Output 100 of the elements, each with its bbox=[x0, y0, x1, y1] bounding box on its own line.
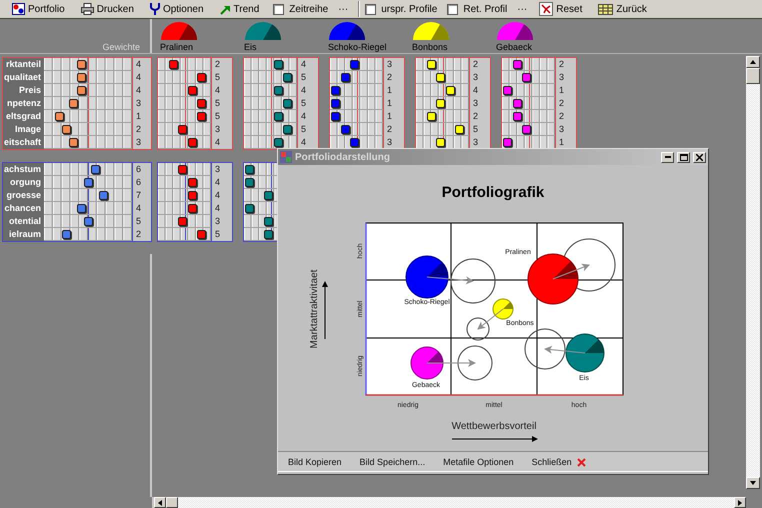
rating-marker[interactable] bbox=[512, 112, 522, 121]
rating-marker[interactable] bbox=[178, 125, 188, 134]
rating-marker[interactable] bbox=[188, 204, 197, 213]
rating-marker[interactable] bbox=[188, 178, 197, 187]
rating-marker[interactable] bbox=[350, 60, 360, 69]
rating-marker[interactable] bbox=[455, 125, 464, 134]
rating-marker[interactable] bbox=[436, 138, 446, 147]
rating-marker[interactable] bbox=[245, 165, 254, 174]
scrollbar[interactable] bbox=[746, 56, 760, 489]
rating-marker[interactable] bbox=[264, 191, 274, 200]
rating-marker[interactable] bbox=[84, 217, 93, 226]
rating-marker[interactable] bbox=[274, 112, 283, 121]
toolbar-button[interactable]: Zurück bbox=[596, 1, 649, 17]
triangle-icon bbox=[750, 481, 756, 485]
rating-value: 2 bbox=[473, 59, 478, 69]
maximize-button[interactable] bbox=[677, 152, 690, 162]
dialog-button[interactable]: Bild Kopieren bbox=[286, 457, 344, 467]
scroll-thumb[interactable] bbox=[166, 497, 178, 508]
rating-marker[interactable] bbox=[188, 86, 197, 95]
dialog-button[interactable]: Schließen bbox=[530, 457, 588, 467]
toolbar-button[interactable]: Trend bbox=[218, 1, 262, 17]
rating-marker[interactable] bbox=[62, 230, 71, 239]
checkbox[interactable] bbox=[365, 4, 376, 14]
rating-value: 1 bbox=[387, 111, 392, 121]
rating-marker[interactable] bbox=[426, 112, 436, 121]
checkbox[interactable] bbox=[447, 4, 458, 14]
rating-marker[interactable] bbox=[283, 73, 292, 82]
gauge-wedge bbox=[431, 24, 449, 40]
rating-marker[interactable] bbox=[188, 191, 197, 200]
rating-marker[interactable] bbox=[76, 204, 86, 213]
arrow-icon bbox=[220, 4, 231, 14]
rating-value: 5 bbox=[473, 124, 478, 134]
criterion-label: otential bbox=[3, 215, 44, 228]
pie-wedge bbox=[427, 262, 448, 277]
rating-marker[interactable] bbox=[98, 191, 108, 200]
scroll-thumb[interactable] bbox=[746, 68, 760, 84]
rating-marker[interactable] bbox=[512, 99, 522, 108]
checkbox[interactable] bbox=[273, 4, 284, 14]
rating-marker[interactable] bbox=[274, 86, 283, 95]
rating-marker[interactable] bbox=[331, 112, 340, 121]
rating-marker[interactable] bbox=[178, 165, 188, 174]
rating-marker[interactable] bbox=[446, 86, 455, 95]
rating-marker[interactable] bbox=[264, 217, 274, 226]
rating-marker[interactable] bbox=[76, 60, 86, 69]
close-button[interactable] bbox=[693, 152, 706, 162]
rating-value: 2 bbox=[136, 124, 142, 134]
rating-marker[interactable] bbox=[503, 86, 512, 95]
rating-marker[interactable] bbox=[503, 138, 512, 147]
rating-marker[interactable] bbox=[436, 73, 446, 82]
rating-marker[interactable] bbox=[197, 230, 206, 239]
rating-marker[interactable] bbox=[264, 230, 274, 239]
rating-marker[interactable] bbox=[522, 73, 532, 82]
rating-marker[interactable] bbox=[512, 60, 522, 69]
rating-marker[interactable] bbox=[340, 125, 350, 134]
rating-marker[interactable] bbox=[91, 165, 100, 174]
rating-marker[interactable] bbox=[245, 178, 254, 187]
rating-marker[interactable] bbox=[283, 99, 292, 108]
more-button[interactable]: ··· bbox=[517, 1, 528, 17]
rating-marker[interactable] bbox=[197, 112, 206, 121]
scroll-button[interactable] bbox=[734, 497, 746, 508]
rating-marker[interactable] bbox=[522, 125, 532, 134]
rating-marker[interactable] bbox=[76, 86, 86, 95]
dialog-button[interactable]: Bild Speichern... bbox=[358, 457, 428, 467]
rating-marker[interactable] bbox=[197, 99, 206, 108]
dialog-button[interactable]: Metafile Optionen bbox=[441, 457, 516, 467]
rating-marker[interactable] bbox=[426, 60, 436, 69]
rating-marker[interactable] bbox=[340, 73, 350, 82]
rating-marker[interactable] bbox=[283, 125, 292, 134]
rating-marker[interactable] bbox=[168, 60, 178, 69]
rating-marker[interactable] bbox=[54, 112, 64, 121]
scroll-button[interactable] bbox=[154, 497, 166, 508]
rating-marker[interactable] bbox=[62, 125, 71, 134]
rating-marker[interactable] bbox=[76, 73, 86, 82]
rating-value: 2 bbox=[559, 98, 564, 108]
criterion-label: Preis bbox=[3, 84, 44, 97]
rating-marker[interactable] bbox=[84, 178, 93, 187]
minimize-button[interactable] bbox=[661, 152, 674, 162]
rating-marker[interactable] bbox=[197, 73, 206, 82]
more-button[interactable]: ··· bbox=[338, 1, 348, 17]
rating-marker[interactable] bbox=[178, 217, 188, 226]
rating-marker[interactable] bbox=[69, 138, 78, 147]
gauge-wedge bbox=[347, 24, 365, 40]
rating-marker[interactable] bbox=[274, 60, 283, 69]
product-name: Bonbons bbox=[412, 42, 449, 52]
scrollbar[interactable] bbox=[154, 497, 746, 508]
rating-marker[interactable] bbox=[69, 99, 78, 108]
criterion-label: eitschaft bbox=[3, 136, 44, 149]
scroll-button[interactable] bbox=[746, 56, 760, 68]
toolbar-button[interactable]: Reset bbox=[537, 1, 584, 17]
toolbar-button[interactable]: Portfolio bbox=[10, 1, 67, 17]
rating-marker[interactable] bbox=[331, 99, 340, 108]
scroll-button[interactable] bbox=[746, 477, 760, 489]
toolbar-button[interactable]: Optionen bbox=[148, 1, 206, 17]
rating-marker[interactable] bbox=[188, 138, 197, 147]
rating-marker[interactable] bbox=[350, 138, 360, 147]
rating-marker[interactable] bbox=[331, 86, 340, 95]
rating-marker[interactable] bbox=[274, 138, 283, 147]
rating-marker[interactable] bbox=[436, 99, 446, 108]
rating-marker[interactable] bbox=[245, 204, 254, 213]
toolbar-button[interactable]: Drucken bbox=[78, 1, 136, 17]
